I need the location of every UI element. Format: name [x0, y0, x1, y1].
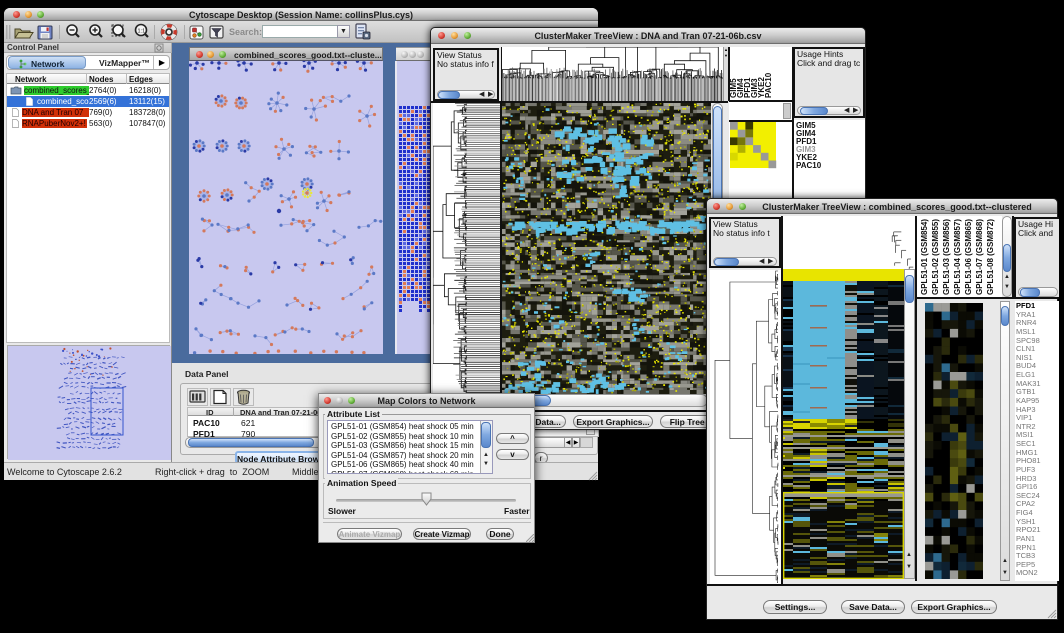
svg-text:PAC10: PAC10	[764, 72, 773, 98]
svg-text:1:1: 1:1	[138, 29, 146, 35]
